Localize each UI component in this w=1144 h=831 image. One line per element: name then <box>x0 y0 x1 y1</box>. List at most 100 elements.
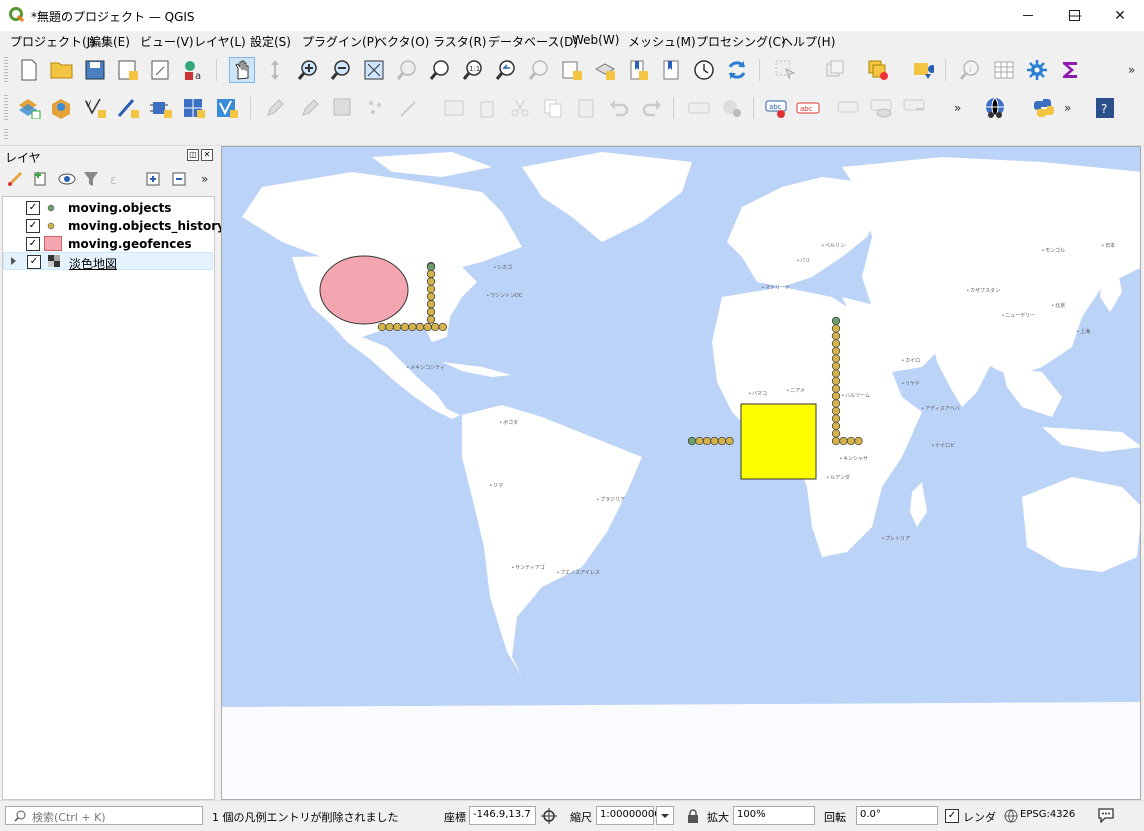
history-point[interactable] <box>831 339 841 348</box>
geofence-square[interactable] <box>740 403 817 480</box>
menu-processing[interactable]: プロセシング(C) <box>696 33 786 50</box>
moving-object-point[interactable] <box>426 262 436 272</box>
pan-to-selection-icon[interactable] <box>262 57 288 83</box>
panel-float-button[interactable]: ◫ <box>187 149 199 161</box>
data-source-manager-icon[interactable] <box>16 95 42 121</box>
map-canvas[interactable]: • シカゴ • ワシントンDC • メキシコシティ • ボゴタ • リマ • ブ… <box>221 146 1141 800</box>
layer-visibility-checkbox[interactable]: ✓ <box>26 219 40 233</box>
history-point[interactable] <box>831 436 841 446</box>
history-point[interactable] <box>695 436 704 446</box>
select-by-location-icon[interactable] <box>910 57 936 83</box>
zoom-in-icon[interactable] <box>295 57 321 83</box>
open-styling-icon[interactable] <box>4 168 26 190</box>
toolbar-overflow-button-2[interactable]: » <box>954 101 961 115</box>
history-point[interactable] <box>831 324 841 333</box>
new-virtual-vector-icon[interactable] <box>214 95 240 121</box>
history-point[interactable] <box>710 436 719 446</box>
zoom-last-icon[interactable] <box>493 57 519 83</box>
menu-web[interactable]: Web(W) <box>572 33 619 47</box>
maximize-button[interactable] <box>1051 0 1097 31</box>
history-point[interactable] <box>854 436 863 446</box>
history-point[interactable] <box>377 322 387 332</box>
zoom-full-icon[interactable] <box>361 57 387 83</box>
history-point[interactable] <box>426 300 436 309</box>
help-contents-icon[interactable]: ? <box>1092 95 1118 121</box>
current-edits-icon[interactable] <box>262 95 288 121</box>
menu-project[interactable]: プロジェクト(J) <box>10 33 95 50</box>
render-checkbox[interactable]: ✓ <box>945 809 959 823</box>
layout-manager-icon[interactable] <box>148 57 174 83</box>
menu-edit[interactable]: 編集(E) <box>89 33 130 50</box>
layer-visibility-checkbox[interactable]: ✓ <box>27 255 41 269</box>
scale-dropdown-button[interactable] <box>656 806 674 825</box>
history-point[interactable] <box>846 436 856 446</box>
label-tool-icon[interactable] <box>686 95 712 121</box>
geofence-ellipse[interactable] <box>319 255 409 325</box>
menu-vector[interactable]: ベクタ(O) <box>375 33 429 50</box>
select-by-value-icon[interactable] <box>822 57 848 83</box>
menu-mesh[interactable]: メッシュ(M) <box>628 33 696 50</box>
new-spatial-bookmark-icon[interactable] <box>625 57 651 83</box>
history-point[interactable] <box>725 436 734 446</box>
history-point[interactable] <box>408 322 417 332</box>
moving-object-point[interactable] <box>831 316 841 326</box>
history-point[interactable] <box>831 391 841 401</box>
layer-labeling-icon[interactable]: abc <box>764 95 790 121</box>
magnifier-spinbox[interactable]: 100% <box>733 806 815 825</box>
attribute-table-icon[interactable] <box>991 57 1017 83</box>
history-point[interactable] <box>831 399 841 408</box>
zoom-to-selection-icon[interactable] <box>394 57 420 83</box>
new-geopackage-layer-icon[interactable] <box>49 95 75 121</box>
new-3d-view-icon[interactable] <box>592 57 618 83</box>
menu-view[interactable]: ビュー(V) <box>140 33 194 50</box>
temporal-controller-icon[interactable] <box>691 57 717 83</box>
toolbar-grip[interactable] <box>4 57 8 83</box>
menu-help[interactable]: ヘルプ(H) <box>781 33 835 50</box>
lock-scale-icon[interactable] <box>687 809 699 826</box>
history-point[interactable] <box>426 307 436 316</box>
save-edits-icon[interactable] <box>330 95 356 121</box>
redo-icon[interactable] <box>639 95 665 121</box>
deselect-features-icon[interactable] <box>866 57 892 83</box>
show-bookmarks-icon[interactable] <box>658 57 684 83</box>
history-point[interactable] <box>831 421 841 431</box>
new-shapefile-layer-icon[interactable]: V <box>82 95 108 121</box>
toolbar-grip-2[interactable] <box>4 95 8 121</box>
toggle-editing-icon[interactable] <box>297 95 323 121</box>
history-point[interactable] <box>831 429 841 438</box>
coordinate-field[interactable]: -146.9,13.7 <box>469 806 536 825</box>
history-point[interactable] <box>426 292 436 301</box>
toolbar-overflow-button-3[interactable]: » <box>1064 101 1071 115</box>
pin-labels-icon[interactable] <box>836 95 862 121</box>
menu-plugins[interactable]: プラグイン(P) <box>302 33 379 50</box>
filter-by-expression-icon[interactable]: ε <box>106 168 128 190</box>
menu-database[interactable]: データベース(D) <box>488 33 578 50</box>
digitize-point-icon[interactable] <box>363 95 389 121</box>
layer-visibility-checkbox[interactable]: ✓ <box>26 201 40 215</box>
cut-features-icon[interactable] <box>507 95 533 121</box>
menu-settings[interactable]: 設定(S) <box>250 33 291 50</box>
locator-search-input[interactable]: 検索(Ctrl + K) <box>5 806 203 825</box>
manage-visibility-icon[interactable] <box>56 168 78 190</box>
new-print-layout-icon[interactable] <box>115 57 141 83</box>
move-label-icon[interactable] <box>902 95 928 121</box>
scale-field[interactable]: 1:00000000 <box>596 806 661 825</box>
history-point[interactable] <box>426 284 436 294</box>
vertex-tool-icon[interactable] <box>396 95 422 121</box>
layer-item-moving-objects[interactable]: ✓ moving.objects <box>3 199 213 217</box>
close-button[interactable]: ✕ <box>1097 0 1143 31</box>
save-project-icon[interactable] <box>82 57 108 83</box>
history-point[interactable] <box>415 322 425 332</box>
zoom-to-layer-icon[interactable] <box>427 57 453 83</box>
undo-icon[interactable] <box>606 95 632 121</box>
messages-icon[interactable] <box>1097 807 1115 826</box>
history-point[interactable] <box>431 322 440 332</box>
history-point[interactable] <box>438 322 447 332</box>
moving-object-point[interactable] <box>687 436 697 446</box>
menu-raster[interactable]: ラスタ(R) <box>433 33 486 50</box>
history-point[interactable] <box>393 322 402 332</box>
minimize-button-2[interactable] <box>1005 0 1051 31</box>
history-point[interactable] <box>702 436 712 446</box>
expand-all-icon[interactable] <box>142 168 164 190</box>
history-point[interactable] <box>831 369 841 378</box>
